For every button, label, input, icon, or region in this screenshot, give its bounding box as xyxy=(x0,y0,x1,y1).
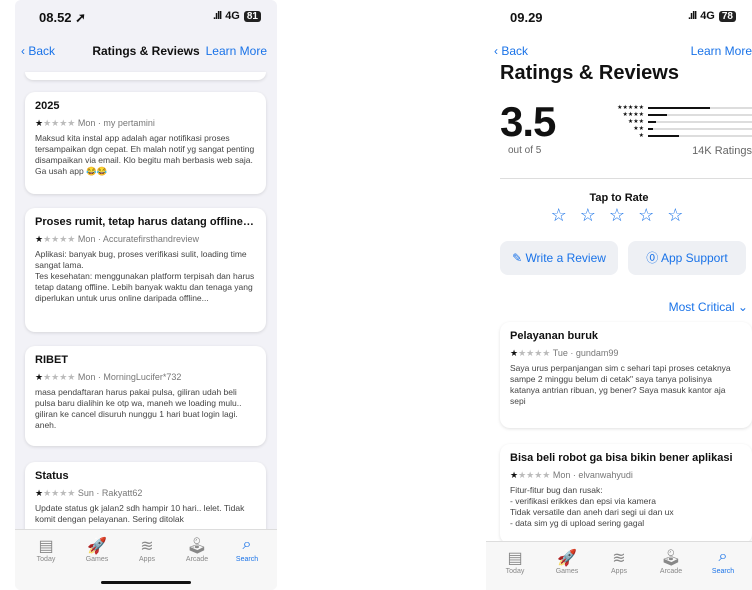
star-rating-icon: ★ xyxy=(35,234,44,244)
review-card[interactable]: Bisa beli robot ga bisa bikin bener apli… xyxy=(500,444,752,544)
review-author: Accuratefirsthandreview xyxy=(102,234,199,244)
review-date: Mon xyxy=(77,118,96,128)
today-icon: ▤ xyxy=(38,538,54,555)
star-rating-icon: ★ xyxy=(35,118,44,128)
tab-today[interactable]: ▤ Today xyxy=(21,536,71,563)
tab-bar: ▤ Today 🚀 Games ≋ Apps 🕹 Arcade ⌕ Search xyxy=(486,541,752,590)
today-icon: ▤ xyxy=(507,550,523,567)
network-label: 4G xyxy=(700,10,715,22)
rocket-icon: 🚀 xyxy=(87,538,107,555)
tab-games[interactable]: 🚀 Games xyxy=(542,548,592,575)
review-date: Mon xyxy=(77,372,96,382)
tap-to-rate-stars[interactable]: ☆ ☆ ☆ ☆ ☆ xyxy=(486,205,752,226)
review-title: Proses rumit, tetap harus datang offline… xyxy=(35,216,256,228)
tab-search[interactable]: ⌕ Search xyxy=(698,548,748,575)
status-time: 09.29 xyxy=(510,10,543,25)
out-of-label: out of 5 xyxy=(508,145,542,156)
review-date: Tue xyxy=(552,348,568,358)
review-title: 2025 xyxy=(35,100,60,112)
histogram-row: ★★ xyxy=(616,125,752,132)
layers-icon: ≋ xyxy=(612,550,626,567)
status-time: 08.52 ➚ xyxy=(39,10,87,25)
nav-bar: ‹ Back Ratings & Reviews Learn More xyxy=(15,36,277,66)
joystick-icon: 🕹 xyxy=(186,538,208,555)
rating-histogram: ★★★★★ ★★★★ ★★★ ★★ ★ xyxy=(616,104,752,139)
histogram-bar xyxy=(648,120,657,123)
star-rating-icon: ★ xyxy=(510,470,519,480)
review-author: my pertamini xyxy=(103,118,155,128)
review-body: Maksud kita instal app adalah agar notif… xyxy=(35,133,255,176)
divider xyxy=(500,178,752,179)
histogram-bar xyxy=(648,106,711,109)
page-title: Ratings & Reviews xyxy=(500,62,679,84)
right-phone-screen: 09.29 .ıll 4G 78 ‹ Back Learn More Ratin… xyxy=(486,0,752,590)
status-bar: 08.52 ➚ .ıll 4G 81 xyxy=(15,0,277,36)
average-rating: 3.5 xyxy=(500,98,556,145)
signal-icon: .ıll xyxy=(687,10,697,22)
review-title: Bisa beli robot ga bisa bikin bener apli… xyxy=(510,452,733,464)
tab-today[interactable]: ▤ Today xyxy=(490,548,540,575)
review-title: RIBET xyxy=(35,354,68,366)
review-card[interactable]: Proses rumit, tetap harus datang offline… xyxy=(25,208,266,332)
star-rating-icon: ★ xyxy=(35,372,44,382)
review-author: Rakyatt62 xyxy=(101,488,143,498)
learn-more-link[interactable]: Learn More xyxy=(206,44,267,58)
review-title: Pelayanan buruk xyxy=(510,330,599,342)
left-phone-screen: 08.52 ➚ .ıll 4G 81 ‹ Back Ratings & Revi… xyxy=(15,0,277,590)
histogram-row: ★★★★★ xyxy=(616,104,752,111)
review-body: Aplikasi: banyak bug, proses verifikasi … xyxy=(35,249,255,303)
home-indicator xyxy=(101,581,191,584)
tab-apps[interactable]: ≋ Apps xyxy=(122,536,172,563)
tap-to-rate-label: Tap to Rate xyxy=(589,192,649,204)
write-review-button[interactable]: ✎ Write a Review xyxy=(500,241,618,275)
signal-icon: .ıll xyxy=(212,10,222,22)
review-date: Sun xyxy=(77,488,94,498)
review-body: Update status gk jalan2 sdh hampir 10 ha… xyxy=(35,503,245,524)
star-rating-icon: ★ xyxy=(510,348,519,358)
histogram-bar xyxy=(648,113,667,116)
joystick-icon: 🕹 xyxy=(660,550,682,567)
status-bar: 09.29 .ıll 4G 78 xyxy=(486,0,752,36)
tab-arcade[interactable]: 🕹 Arcade xyxy=(646,548,696,575)
histogram-row: ★★★★ xyxy=(616,111,752,118)
battery-icon: 78 xyxy=(718,10,736,22)
tab-arcade[interactable]: 🕹 Arcade xyxy=(172,536,222,563)
review-title: Status xyxy=(35,470,69,482)
learn-more-link[interactable]: Learn More xyxy=(691,44,752,58)
histogram-row: ★★★ xyxy=(616,118,752,125)
app-support-button[interactable]: ⓪ App Support xyxy=(628,241,746,275)
tab-search[interactable]: ⌕ Search xyxy=(222,536,272,563)
battery-icon: 81 xyxy=(243,10,261,22)
review-date: Mon xyxy=(552,470,571,480)
review-card[interactable]: RIBET ★★★★★ Mon · MorningLucifer*732 mas… xyxy=(25,346,266,446)
review-body: Fitur-fitur bug dan rusak: - verifikasi … xyxy=(510,485,674,528)
review-card[interactable]: Pelayanan buruk ★★★★★ Tue · gundam99 Say… xyxy=(500,322,752,428)
ratings-count: 14K Ratings xyxy=(692,145,752,157)
rocket-icon: 🚀 xyxy=(557,550,577,567)
star-rating-icon: ★ xyxy=(35,488,44,498)
search-icon: ⌕ xyxy=(718,548,728,565)
tab-games[interactable]: 🚀 Games xyxy=(72,536,122,563)
back-button[interactable]: ‹ Back xyxy=(494,44,528,58)
sort-dropdown[interactable]: Most Critical ⌄ xyxy=(669,300,748,314)
review-card[interactable]: 2025 ★★★★★ Mon · my pertamini Maksud kit… xyxy=(25,92,266,194)
review-author: MorningLucifer*732 xyxy=(103,372,182,382)
search-icon: ⌕ xyxy=(242,536,252,553)
review-author: elvanwahyudi xyxy=(578,470,633,480)
review-author: gundam99 xyxy=(575,348,619,358)
histogram-row: ★ xyxy=(616,132,752,139)
histogram-bar xyxy=(648,127,654,130)
histogram-bar xyxy=(648,134,680,137)
review-body: masa pendaftaran harus pakai pulsa, gili… xyxy=(35,387,242,430)
tab-bar: ▤ Today 🚀 Games ≋ Apps 🕹 Arcade ⌕ Search xyxy=(15,529,277,590)
previous-review-card-edge xyxy=(25,72,266,80)
review-body: Saya urus perpanjangan sim c sehari tapi… xyxy=(510,363,731,406)
network-label: 4G xyxy=(225,10,240,22)
layers-icon: ≋ xyxy=(140,538,154,555)
tab-apps[interactable]: ≋ Apps xyxy=(594,548,644,575)
review-date: Mon xyxy=(77,234,96,244)
